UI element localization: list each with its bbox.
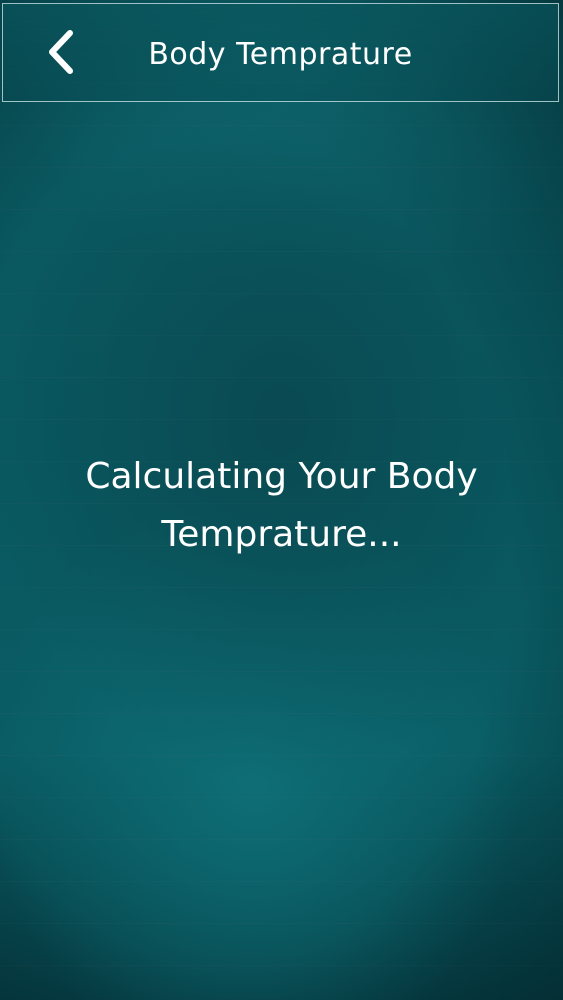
calculating-message: Calculating Your Body Temprature... [85, 456, 478, 555]
header-bar: Body Temprature [2, 3, 559, 102]
page-title: Body Temprature [148, 37, 413, 72]
